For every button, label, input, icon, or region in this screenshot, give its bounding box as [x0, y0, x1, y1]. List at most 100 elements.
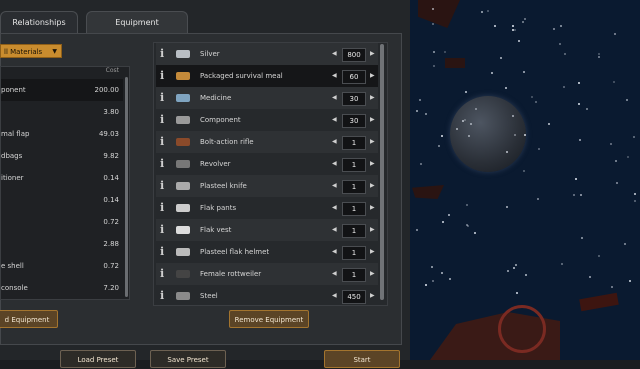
- decrease-arrow-icon[interactable]: ◀: [332, 219, 337, 241]
- quantity-field[interactable]: 1: [342, 158, 366, 172]
- increase-arrow-icon[interactable]: ▶: [370, 87, 375, 109]
- list-item[interactable]: i Component ◀ 30 ▶: [156, 109, 378, 131]
- quantity-field[interactable]: 30: [342, 92, 366, 106]
- info-icon[interactable]: i: [160, 263, 164, 285]
- item-name: Flak vest: [200, 226, 232, 234]
- selected-equipment-list[interactable]: i Silver ◀ 800 ▶ i Packaged survival meal ◀ 60 ▶ i…: [153, 42, 388, 306]
- quantity-field[interactable]: 800: [342, 48, 366, 62]
- decrease-arrow-icon[interactable]: ◀: [332, 241, 337, 263]
- quantity-field[interactable]: 60: [342, 70, 366, 84]
- star: [585, 107, 588, 110]
- star: [515, 292, 518, 295]
- item-name: Flak pants: [200, 204, 237, 212]
- info-icon[interactable]: i: [160, 197, 164, 219]
- list-item[interactable]: i Bolt-action rifle ◀ 1 ▶: [156, 131, 378, 153]
- quantity-field[interactable]: 1: [342, 246, 366, 260]
- tab-equipment[interactable]: Equipment: [86, 11, 188, 34]
- increase-arrow-icon[interactable]: ▶: [370, 219, 375, 241]
- tab-relationships[interactable]: Relationships: [0, 11, 78, 34]
- quantity-field[interactable]: 30: [342, 114, 366, 128]
- list-item[interactable]: i Silver ◀ 800 ▶: [156, 43, 378, 65]
- list-item[interactable]: dbags 9.82: [1, 145, 123, 167]
- list-item[interactable]: i Flak pants ◀ 1 ▶: [156, 197, 378, 219]
- info-icon[interactable]: i: [160, 65, 164, 87]
- scrollbar[interactable]: [125, 77, 128, 297]
- list-item[interactable]: i Medicine ◀ 30 ▶: [156, 87, 378, 109]
- info-icon[interactable]: i: [160, 43, 164, 65]
- quantity-field[interactable]: 1: [342, 180, 366, 194]
- list-item[interactable]: i Revolver ◀ 1 ▶: [156, 153, 378, 175]
- list-item[interactable]: ponent 200.00: [1, 79, 123, 101]
- info-icon[interactable]: i: [160, 87, 164, 109]
- increase-arrow-icon[interactable]: ▶: [370, 197, 375, 219]
- available-items-list[interactable]: Cost ponent 200.00 3.80 mal flap 49.03 dbags 9…: [0, 66, 130, 300]
- decrease-arrow-icon[interactable]: ◀: [332, 263, 337, 285]
- save-preset-button[interactable]: Save Preset: [150, 350, 226, 368]
- quantity-field[interactable]: 1: [342, 268, 366, 282]
- star: [415, 228, 418, 231]
- item-icon: [176, 94, 190, 102]
- item-icon: [176, 50, 190, 58]
- increase-arrow-icon[interactable]: ▶: [370, 241, 375, 263]
- list-item[interactable]: 0.72: [1, 211, 123, 233]
- decrease-arrow-icon[interactable]: ◀: [332, 43, 337, 65]
- list-item[interactable]: itioner 0.14: [1, 167, 123, 189]
- star: [511, 115, 514, 118]
- increase-arrow-icon[interactable]: ▶: [370, 263, 375, 285]
- item-icon: [176, 248, 190, 256]
- item-name: Revolver: [200, 160, 231, 168]
- increase-arrow-icon[interactable]: ▶: [370, 153, 375, 175]
- quantity-field[interactable]: 1: [342, 136, 366, 150]
- quantity-field[interactable]: 1: [342, 224, 366, 238]
- list-item[interactable]: mal flap 49.03: [1, 123, 123, 145]
- decrease-arrow-icon[interactable]: ◀: [332, 65, 337, 87]
- info-icon[interactable]: i: [160, 219, 164, 241]
- item-cost: 7.20: [103, 284, 119, 292]
- decrease-arrow-icon[interactable]: ◀: [332, 87, 337, 109]
- info-icon[interactable]: i: [160, 285, 164, 305]
- increase-arrow-icon[interactable]: ▶: [370, 109, 375, 131]
- quantity-field[interactable]: 1: [342, 202, 366, 216]
- load-preset-button[interactable]: Load Preset: [60, 350, 136, 368]
- list-item[interactable]: console 7.20: [1, 277, 123, 299]
- star: [465, 223, 468, 226]
- increase-arrow-icon[interactable]: ▶: [370, 175, 375, 197]
- info-icon[interactable]: i: [160, 131, 164, 153]
- list-item[interactable]: i Plasteel knife ◀ 1 ▶: [156, 175, 378, 197]
- material-filter-dropdown[interactable]: ll Materials ▼: [0, 44, 62, 58]
- star: [573, 193, 576, 196]
- scrollbar[interactable]: [380, 44, 384, 300]
- decrease-arrow-icon[interactable]: ◀: [332, 197, 337, 219]
- star: [524, 133, 527, 136]
- start-button[interactable]: Start: [324, 350, 400, 368]
- info-icon[interactable]: i: [160, 175, 164, 197]
- remove-equipment-button[interactable]: Remove Equipment: [229, 310, 309, 328]
- list-item[interactable]: i Female rottweiler ◀ 1 ▶: [156, 263, 378, 285]
- decrease-arrow-icon[interactable]: ◀: [332, 153, 337, 175]
- decrease-arrow-icon[interactable]: ◀: [332, 175, 337, 197]
- star: [431, 279, 434, 282]
- increase-arrow-icon[interactable]: ▶: [370, 131, 375, 153]
- info-icon[interactable]: i: [160, 241, 164, 263]
- item-name: Steel: [200, 292, 218, 300]
- increase-arrow-icon[interactable]: ▶: [370, 285, 375, 305]
- info-icon[interactable]: i: [160, 109, 164, 131]
- decrease-arrow-icon[interactable]: ◀: [332, 109, 337, 131]
- add-equipment-button[interactable]: d Equipment: [0, 310, 58, 328]
- list-item[interactable]: i Plasteel flak helmet ◀ 1 ▶: [156, 241, 378, 263]
- list-item[interactable]: 0.14: [1, 189, 123, 211]
- star: [512, 266, 515, 269]
- list-item[interactable]: 2.88: [1, 233, 123, 255]
- decrease-arrow-icon[interactable]: ◀: [332, 285, 337, 305]
- list-item[interactable]: i Packaged survival meal ◀ 60 ▶: [156, 65, 378, 87]
- decrease-arrow-icon[interactable]: ◀: [332, 131, 337, 153]
- info-icon[interactable]: i: [160, 153, 164, 175]
- increase-arrow-icon[interactable]: ▶: [370, 43, 375, 65]
- increase-arrow-icon[interactable]: ▶: [370, 65, 375, 87]
- list-item[interactable]: i Flak vest ◀ 1 ▶: [156, 219, 378, 241]
- list-item[interactable]: i Steel ◀ 450 ▶: [156, 285, 378, 305]
- list-item[interactable]: e shell 0.72: [1, 255, 123, 277]
- list-item[interactable]: 3.80: [1, 101, 123, 123]
- quantity-field[interactable]: 450: [342, 290, 366, 304]
- star: [469, 122, 472, 125]
